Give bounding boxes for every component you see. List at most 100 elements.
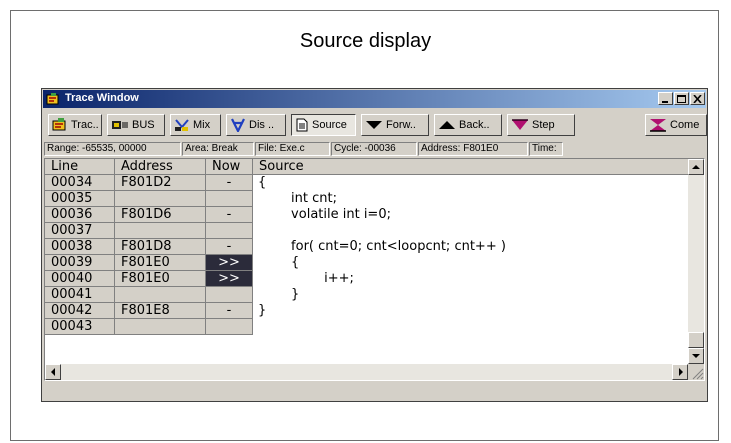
close-button[interactable] <box>690 92 705 105</box>
forward-button-label: Forw.. <box>386 119 416 131</box>
maximize-button[interactable] <box>674 92 689 105</box>
document-icon <box>296 118 308 132</box>
now-cell: >> <box>206 271 253 287</box>
source-pane[interactable]: Line Address Now Source 00034 F801D2-{000… <box>44 158 705 381</box>
status-address: Address: F801E0 <box>418 142 528 156</box>
bus-button-label: BUS <box>132 119 155 131</box>
minimize-button[interactable] <box>658 92 673 105</box>
scroll-right-button[interactable] <box>672 364 688 380</box>
column-header-now[interactable]: Now <box>206 159 253 175</box>
now-cell: - <box>206 175 253 191</box>
step-button-label: Step <box>532 119 555 131</box>
now-cell: - <box>206 239 253 255</box>
source-cell: for( cnt=0; cnt<loopcnt; cnt++ ) <box>258 239 506 254</box>
now-cell: >> <box>206 255 253 271</box>
column-header-address[interactable]: Address <box>115 159 206 175</box>
scroll-left-button[interactable] <box>45 364 61 380</box>
source-cell: int cnt; <box>258 191 338 206</box>
now-cell <box>206 287 253 303</box>
address-cell <box>115 191 206 207</box>
come-icon <box>650 119 666 132</box>
horizontal-scrollbar[interactable] <box>45 364 688 380</box>
source-cell <box>258 223 688 239</box>
bus-icon <box>112 121 128 129</box>
line-number-cell: 00039 <box>45 255 115 271</box>
bus-button[interactable]: BUS <box>107 114 165 136</box>
mix-button[interactable]: Mix <box>170 114 221 136</box>
resize-grip[interactable] <box>688 364 704 380</box>
line-number-cell: 00043 <box>45 319 115 335</box>
forward-button[interactable]: Forw.. <box>361 114 429 136</box>
step-button[interactable]: Step <box>507 114 575 136</box>
title-bar[interactable]: Trace Window <box>43 90 706 108</box>
line-number-cell: 00041 <box>45 287 115 303</box>
arrow-down-icon <box>692 354 700 358</box>
line-number-cell: 00037 <box>45 223 115 239</box>
back-button-label: Back.. <box>459 119 490 131</box>
triangle-down-icon <box>366 121 382 129</box>
disassemble-button-label: Dis .. <box>249 119 275 131</box>
line-number-cell: 00034 <box>45 175 115 191</box>
back-button[interactable]: Back.. <box>434 114 502 136</box>
line-number-cell: 00035 <box>45 191 115 207</box>
address-cell: F801E0 <box>115 271 206 287</box>
address-cell <box>115 319 206 335</box>
trace-icon <box>52 118 66 131</box>
now-cell: - <box>206 303 253 319</box>
line-number-cell: 00036 <box>45 207 115 223</box>
arrow-left-icon <box>51 368 55 376</box>
address-cell: F801E0 <box>115 255 206 271</box>
trace-button-label: Trac.. <box>71 119 99 131</box>
column-header-line[interactable]: Line <box>45 159 115 175</box>
status-cycle: Cycle: -00036 <box>331 142 417 156</box>
trace-button[interactable]: Trac.. <box>48 114 102 136</box>
arrow-up-icon <box>692 165 700 169</box>
source-button[interactable]: Source <box>291 114 356 136</box>
source-cell: { <box>258 255 300 270</box>
close-icon <box>693 95 702 103</box>
line-number-cell: 00040 <box>45 271 115 287</box>
source-button-label: Source <box>312 119 347 131</box>
minimize-icon <box>662 101 668 103</box>
disassemble-icon <box>231 118 245 132</box>
now-cell <box>206 191 253 207</box>
status-bar: Range: -65535, 00000 Area: Break File: E… <box>44 141 705 157</box>
line-number-cell: 00038 <box>45 239 115 255</box>
source-cell: { <box>258 175 267 190</box>
status-file: File: Exe.c <box>255 142 330 156</box>
source-cell: } <box>258 303 267 318</box>
status-range: Range: -65535, 00000 <box>44 142 181 156</box>
now-cell <box>206 319 253 335</box>
trace-window-icon <box>46 92 60 106</box>
line-number-cell: 00042 <box>45 303 115 319</box>
address-cell: F801D8 <box>115 239 206 255</box>
come-button-label: Come <box>670 119 700 131</box>
mix-button-label: Mix <box>193 119 211 131</box>
trace-window: Trace Window Trac.. BUS Mix Dis .. Sourc… <box>41 88 708 402</box>
scroll-down-button[interactable] <box>688 348 704 364</box>
triangle-up-icon <box>439 121 455 129</box>
address-cell: F801D2 <box>115 175 206 191</box>
address-cell: F801E8 <box>115 303 206 319</box>
now-cell: - <box>206 207 253 223</box>
window-title: Trace Window <box>65 92 139 104</box>
now-cell <box>206 223 253 239</box>
source-cell: i++; <box>258 271 354 286</box>
toolbar: Trac.. BUS Mix Dis .. Source Forw.. Back… <box>44 111 707 139</box>
address-cell: F801D6 <box>115 207 206 223</box>
scroll-up-button[interactable] <box>688 159 704 175</box>
source-cell <box>258 319 688 335</box>
address-cell <box>115 287 206 303</box>
disassemble-button[interactable]: Dis .. <box>226 114 286 136</box>
vertical-scroll-thumb[interactable] <box>688 332 704 348</box>
step-icon <box>512 119 528 130</box>
arrow-right-icon <box>679 368 683 376</box>
column-header-source[interactable]: Source <box>253 159 693 175</box>
mix-icon <box>175 119 189 131</box>
come-button[interactable]: Come <box>645 114 707 136</box>
figure-caption: Source display <box>299 30 432 52</box>
address-cell <box>115 223 206 239</box>
vertical-scrollbar[interactable] <box>688 159 704 364</box>
status-time: Time: <box>529 142 563 156</box>
source-cell: } <box>258 287 300 302</box>
